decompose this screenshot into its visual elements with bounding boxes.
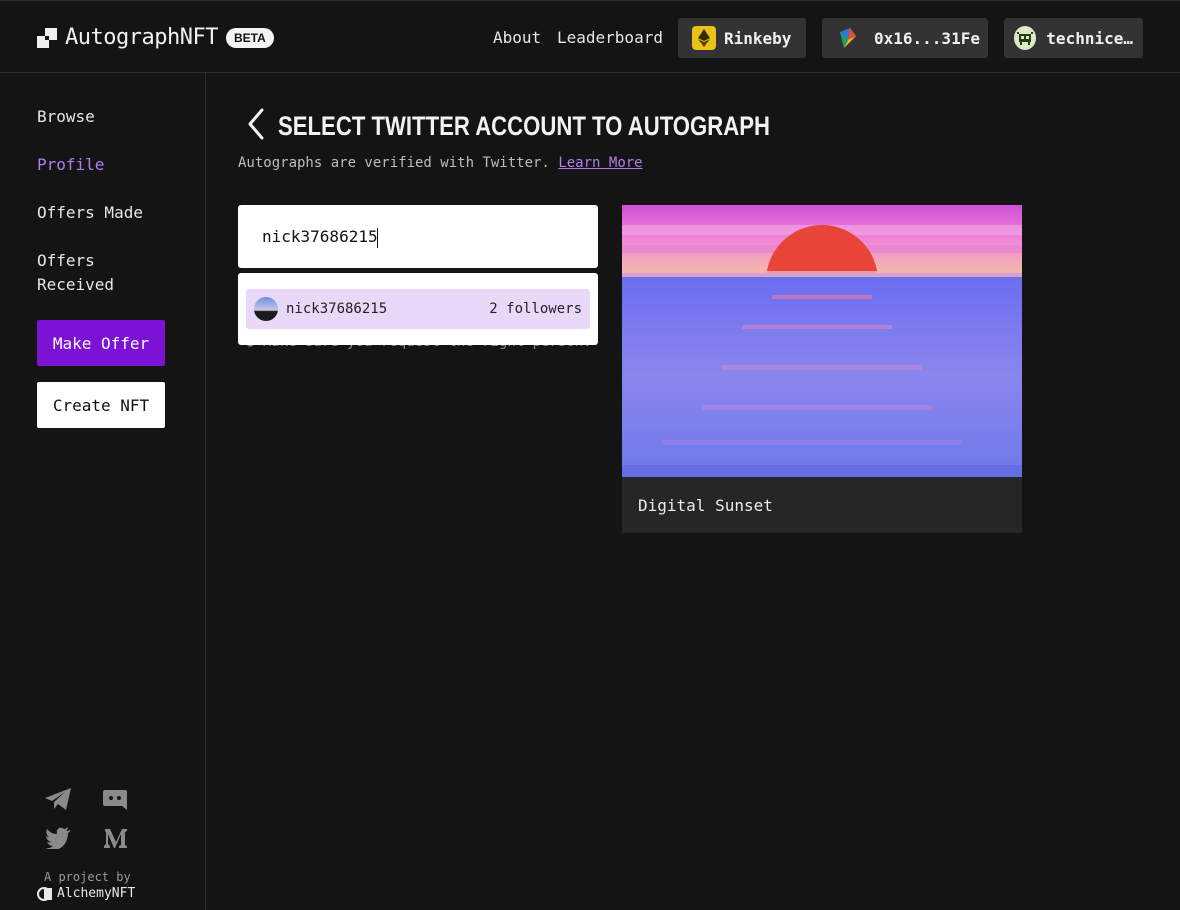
sidebar-item-offers-made[interactable]: Offers Made: [37, 201, 143, 225]
user-avatar-icon: [1014, 26, 1037, 50]
nav-about[interactable]: About: [493, 28, 541, 47]
subtitle-text: Autographs are verified with Twitter.: [238, 155, 550, 171]
beta-badge: BETA: [225, 27, 274, 48]
telegram-icon[interactable]: [45, 786, 71, 812]
twitter-search-input[interactable]: [238, 205, 598, 268]
result-name: nick37686215: [286, 301, 388, 317]
wallet-button[interactable]: 0x16...31Fe: [822, 18, 988, 58]
make-offer-button[interactable]: Make Offer: [37, 320, 165, 366]
back-arrow-icon[interactable]: [246, 108, 266, 144]
sidebar-item-offers-received[interactable]: Offers Received: [37, 249, 147, 297]
title-row: SELECT TWITTER ACCOUNT TO AUTOGRAPH: [246, 108, 878, 144]
wallet-avatar-icon: [836, 26, 860, 50]
sidebar-item-profile[interactable]: Profile: [37, 153, 104, 177]
create-nft-button[interactable]: Create NFT: [37, 382, 165, 428]
ethereum-icon: [692, 26, 716, 50]
twitter-icon[interactable]: [45, 825, 71, 851]
wallet-address: 0x16...31Fe: [874, 28, 980, 48]
nft-image: [622, 205, 1022, 477]
top-bar: AutographNFT BETA About Leaderboard Rink…: [0, 0, 1180, 73]
nft-card[interactable]: Digital Sunset: [622, 205, 1022, 533]
network-button[interactable]: Rinkeby: [678, 18, 806, 58]
alchemy-logo-icon: [37, 886, 52, 901]
result-avatar: [254, 297, 278, 321]
learn-more-link[interactable]: Learn More: [558, 155, 642, 171]
project-by-label: A project by: [44, 870, 131, 884]
search-result-item[interactable]: nick37686215 2 followers: [246, 289, 590, 329]
alchemy-link[interactable]: AlchemyNFT: [37, 886, 135, 901]
text-caret: [377, 228, 378, 248]
search-box: [238, 205, 598, 268]
alchemy-name: AlchemyNFT: [57, 886, 136, 901]
sidebar-item-browse[interactable]: Browse: [37, 105, 95, 129]
user-button[interactable]: technice…: [1004, 18, 1143, 58]
user-name: technice…: [1046, 28, 1133, 48]
nav-leaderboard[interactable]: Leaderboard: [557, 28, 663, 47]
app-name: AutographNFT: [65, 25, 218, 50]
result-followers: 2 followers: [489, 301, 582, 317]
sidebar: Browse Profile Offers Made Offers Receiv…: [0, 73, 206, 910]
medium-icon[interactable]: [103, 825, 129, 851]
subtitle: Autographs are verified with Twitter. Le…: [238, 155, 643, 171]
page-title: SELECT TWITTER ACCOUNT TO AUTOGRAPH: [278, 110, 770, 141]
logo[interactable]: AutographNFT BETA: [37, 25, 274, 50]
nft-title: Digital Sunset: [638, 496, 773, 515]
discord-icon[interactable]: [102, 787, 128, 813]
network-label: Rinkeby: [724, 28, 792, 48]
logo-icon: [37, 27, 57, 48]
search-results-dropdown: nick37686215 2 followers: [238, 273, 598, 345]
